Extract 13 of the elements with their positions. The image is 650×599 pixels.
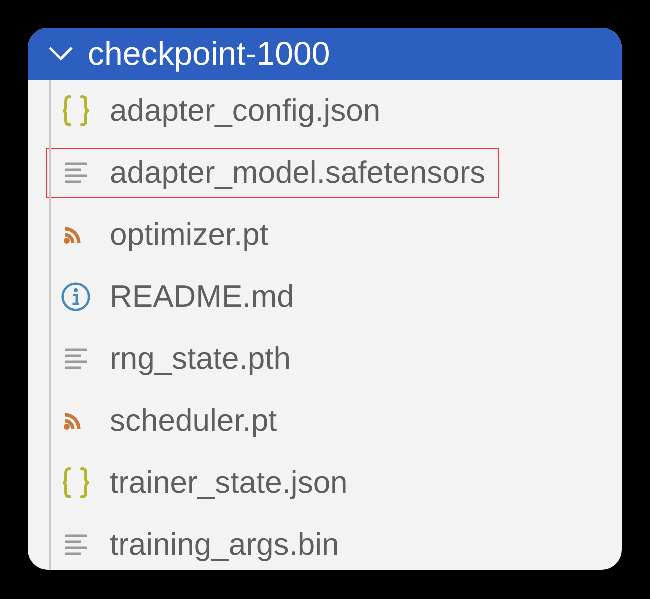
braces-icon (61, 94, 91, 128)
file-item[interactable]: trainer_state.json (46, 458, 361, 508)
file-item[interactable]: training_args.bin (46, 520, 352, 570)
file-item[interactable]: adapter_config.json (46, 86, 394, 136)
file-item[interactable]: optimizer.pt (46, 210, 282, 260)
braces-icon (61, 466, 91, 500)
chevron-down-icon (48, 46, 74, 62)
file-item[interactable]: scheduler.pt (46, 396, 290, 446)
file-item[interactable]: README.md (46, 272, 308, 322)
info-icon (61, 281, 91, 313)
file-item[interactable]: adapter_model.safetensors (46, 148, 499, 198)
file-item[interactable]: rng_state.pth (46, 334, 304, 384)
folder-row[interactable]: checkpoint-1000 (28, 28, 622, 80)
